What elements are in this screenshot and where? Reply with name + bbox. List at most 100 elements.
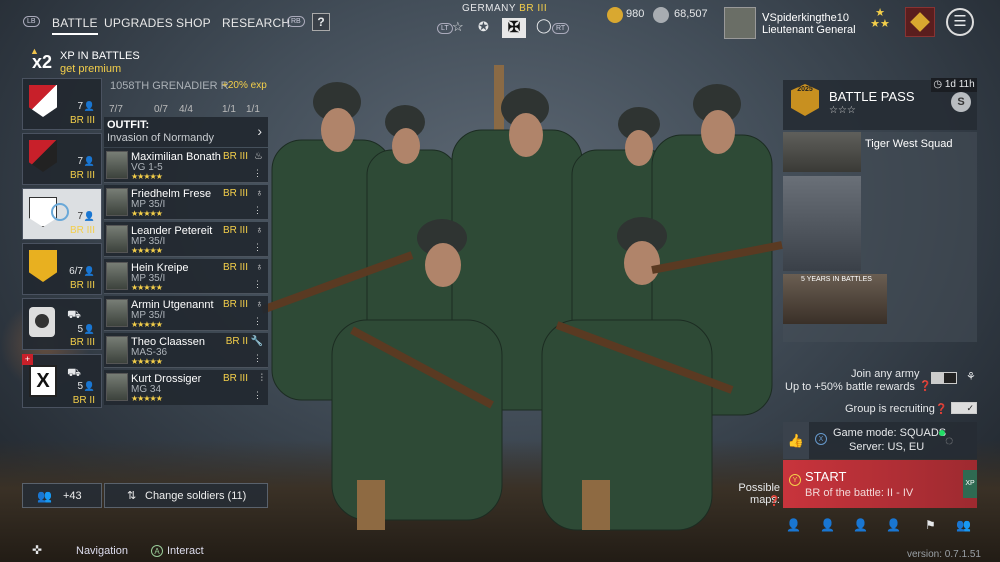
soldier-reward-image[interactable] bbox=[783, 176, 861, 271]
soldier-stars: ★★★★★ bbox=[131, 283, 163, 292]
group-icon[interactable]: 👥 bbox=[956, 518, 971, 532]
squad-card-5[interactable]: ⛟ 5 👤 BR III bbox=[22, 298, 102, 350]
soldier-stars: ★★★★★ bbox=[131, 320, 163, 329]
invite-2-icon[interactable]: 👤 bbox=[820, 518, 835, 532]
squad-emblem bbox=[29, 307, 55, 337]
join-army-rewards: Up to +50% battle rewards bbox=[785, 381, 915, 393]
soldier-row-6[interactable]: Theo Claassen MAS-36 ★★★★★ BR II 🔧 ⋮ bbox=[104, 333, 268, 368]
more-icon[interactable]: ⋮ bbox=[253, 353, 262, 364]
more-icon[interactable]: ⋮ bbox=[253, 205, 262, 216]
star-army-icon[interactable]: ☆ bbox=[452, 19, 464, 35]
group-icon: 👥 bbox=[37, 489, 52, 503]
squad-card-6[interactable]: + X ⛟ 5 👤 BR II bbox=[22, 354, 102, 408]
count-ammo: 1/1 bbox=[246, 104, 260, 115]
chevron-right-icon: › bbox=[257, 123, 262, 139]
menu-icon[interactable]: ☰ bbox=[946, 8, 974, 36]
count-upgrades: 0/7 bbox=[154, 104, 168, 115]
soldier-avatar bbox=[106, 225, 128, 253]
soldier-row-4[interactable]: Hein Kreipe MP 35/I ★★★★★ BR III ♁ ⋮ bbox=[104, 259, 268, 294]
info-icon[interactable]: ❓ bbox=[919, 381, 931, 392]
soldier-class-icon: ♁ bbox=[255, 225, 264, 236]
loading-icon: ◌ bbox=[945, 432, 954, 448]
dpad-icon: ✜ bbox=[32, 543, 43, 557]
tab-battle[interactable]: BATTLE bbox=[52, 16, 98, 35]
soldier-class-icon: ♁ bbox=[255, 299, 264, 310]
flag-icon[interactable]: ⚑ bbox=[925, 518, 936, 532]
squad-count: 5 bbox=[77, 324, 83, 335]
join-army-label: Join any army bbox=[851, 368, 920, 380]
squad-br: BR II bbox=[72, 395, 95, 406]
invite-3-icon[interactable]: 👤 bbox=[853, 518, 868, 532]
rt-key-icon: RT bbox=[552, 23, 570, 34]
join-army-toggle[interactable] bbox=[931, 372, 957, 384]
squad-card-1[interactable]: 7 👤 BR III bbox=[22, 78, 102, 130]
help-button[interactable]: ? bbox=[312, 13, 330, 31]
soldiers-scene bbox=[262, 60, 784, 562]
squad-card-2[interactable]: 7 👤 BR III bbox=[22, 133, 102, 185]
soldier-stars: ★★★★★ bbox=[131, 357, 163, 366]
soldier-row-7[interactable]: Kurt Drossiger MG 34 ★★★★★ BR III ⫶ ⋮ bbox=[104, 370, 268, 405]
ring-army-icon[interactable]: ◯ bbox=[536, 17, 552, 34]
season-timer: ◷ 1d 11h bbox=[931, 78, 977, 92]
person-icon: 👤 bbox=[83, 266, 95, 276]
xp-boost-icon: XP bbox=[963, 470, 977, 498]
allies-army-icon[interactable]: ✪ bbox=[478, 19, 489, 35]
soldier-avatar bbox=[106, 336, 128, 364]
battle-pass-stars: ☆☆☆ bbox=[829, 105, 856, 116]
anniversary-reward-image[interactable]: 5 YEARS IN BATTLES bbox=[783, 274, 887, 324]
gold-coin-icon bbox=[607, 7, 623, 23]
start-button[interactable]: Y START BR of the battle: II - IV XP bbox=[783, 460, 977, 508]
squad-emblem: X bbox=[29, 365, 57, 397]
more-icon[interactable]: ⋮ bbox=[253, 242, 262, 253]
army-label: GERMANY BR III bbox=[462, 3, 547, 14]
ammo-icon: ⫶ bbox=[260, 373, 264, 384]
invite-1-icon[interactable]: 👤 bbox=[786, 518, 801, 532]
soldier-avatar bbox=[106, 151, 128, 179]
select-ring-icon bbox=[51, 203, 69, 221]
squad-count: 7 bbox=[77, 211, 83, 222]
squad-card-4[interactable]: 6/7 👤 BR III bbox=[22, 243, 102, 295]
tab-upgrades[interactable]: UPGRADES bbox=[104, 16, 173, 30]
friends-button[interactable]: 👥 +43 bbox=[22, 483, 102, 508]
user-rank: Lieutenant General bbox=[762, 24, 856, 36]
change-soldiers-button[interactable]: ⇅ Change soldiers (11) bbox=[104, 483, 268, 508]
squad-name: 1058TH GRENADIER R bbox=[110, 80, 229, 92]
invite-4-icon[interactable]: 👤 bbox=[886, 518, 901, 532]
count-members: 7/7 bbox=[109, 104, 123, 115]
avatar[interactable] bbox=[724, 7, 756, 39]
soldier-br: BR III bbox=[222, 188, 248, 199]
recruiting-label: Group is recruiting bbox=[845, 403, 935, 415]
rank-badge-icon[interactable] bbox=[905, 7, 935, 37]
game-mode-panel[interactable]: 👍 X Game mode: SQUADS Server: US, EU ◌ bbox=[783, 422, 977, 459]
silver-amount: 68,507 bbox=[674, 8, 708, 20]
tab-research[interactable]: RESEARCH bbox=[222, 16, 290, 30]
soldier-row-2[interactable]: Friedhelm Frese MP 35/I ★★★★★ BR III ♁ ⋮ bbox=[104, 185, 268, 220]
germany-cross-icon[interactable]: ✠ bbox=[502, 18, 526, 38]
squad-count: 5 bbox=[77, 381, 83, 392]
more-icon[interactable]: ⋮ bbox=[253, 390, 262, 401]
soldier-row-1[interactable]: Maximilian Bonath VG 1-5 ★★★★★ BR III ♨ ⋮ bbox=[104, 148, 268, 183]
xp-banner[interactable]: ▲ x2 XP IN BATTLES get premium bbox=[24, 46, 140, 75]
tank-icon: ⛟ bbox=[67, 367, 81, 379]
outfit-selector[interactable]: OUTFIT: Invasion of Normandy › bbox=[104, 117, 268, 147]
recruiting-toggle[interactable]: ✓ bbox=[951, 402, 977, 414]
user-name[interactable]: ⅤSpiderkingthe10 bbox=[762, 11, 849, 24]
more-icon[interactable]: ⋮ bbox=[253, 168, 262, 179]
thumbs-up-icon[interactable]: 👍 bbox=[783, 422, 809, 459]
info-icon[interactable]: ❓ bbox=[935, 404, 947, 415]
info-icon[interactable]: ❓ bbox=[768, 496, 780, 507]
squad-card-3[interactable]: 7 👤 BR III bbox=[22, 188, 102, 240]
soldier-row-5[interactable]: Armin Utgenannt MP 35/I ★★★★★ BR III ♁ ⋮ bbox=[104, 296, 268, 331]
x-button-icon: X bbox=[815, 433, 827, 445]
tank-reward-image[interactable] bbox=[783, 132, 861, 172]
soldier-row-3[interactable]: Leander Petereit MP 35/I ★★★★★ BR III ♁ ⋮ bbox=[104, 222, 268, 257]
outfit-label: OUTFIT: bbox=[107, 119, 150, 131]
more-icon[interactable]: ⋮ bbox=[253, 316, 262, 327]
xp-label: XP IN BATTLES bbox=[60, 50, 140, 62]
a-button-icon: A bbox=[151, 545, 163, 557]
rb-key-icon: RB bbox=[287, 16, 305, 27]
tab-shop[interactable]: SHOP bbox=[176, 16, 211, 30]
more-icon[interactable]: ⋮ bbox=[253, 279, 262, 290]
soldier-class-icon: ♨ bbox=[254, 151, 263, 162]
premium-link[interactable]: get premium bbox=[60, 63, 121, 75]
